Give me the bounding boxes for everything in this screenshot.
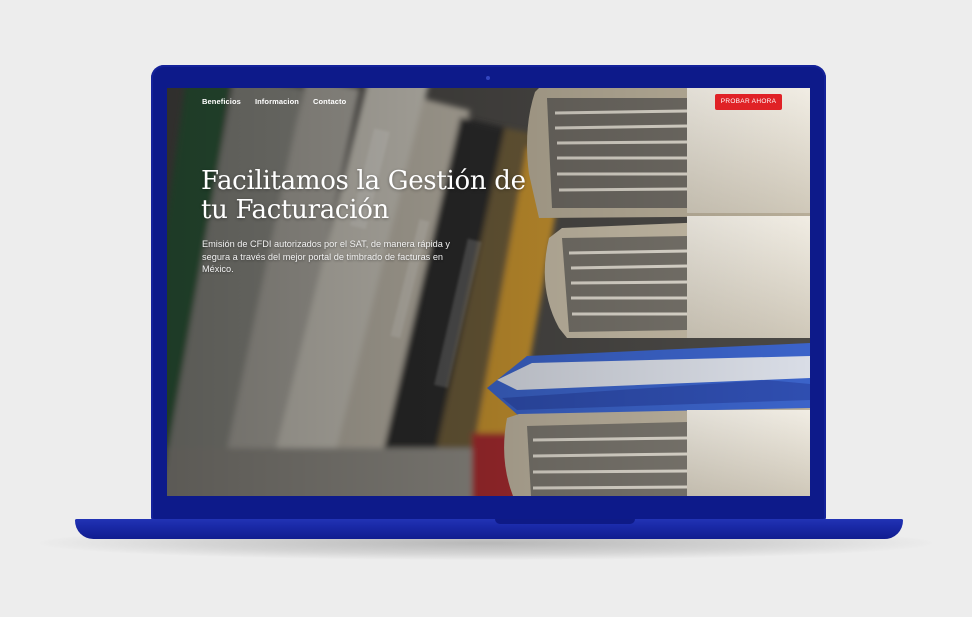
nav-item-beneficios[interactable]: Beneficios (202, 98, 241, 106)
nav-item-informacion[interactable]: Informacion (255, 98, 299, 106)
hero-title: Facilitamos la Gestión de tu Facturación (201, 166, 526, 225)
camera-dot (486, 76, 490, 80)
hero-background-image (167, 88, 810, 496)
nav-item-contacto[interactable]: Contacto (313, 98, 346, 106)
hero-subtitle: Emisión de CFDI autorizados por el SAT, … (202, 239, 451, 274)
main-nav: Beneficios Informacion Contacto (202, 98, 346, 106)
probar-ahora-button[interactable]: PROBAR AHORA (715, 94, 782, 110)
laptop-base (75, 519, 903, 539)
laptop-screen: Beneficios Informacion Contacto PROBAR A… (167, 88, 810, 496)
laptop-base-notch (495, 519, 635, 524)
